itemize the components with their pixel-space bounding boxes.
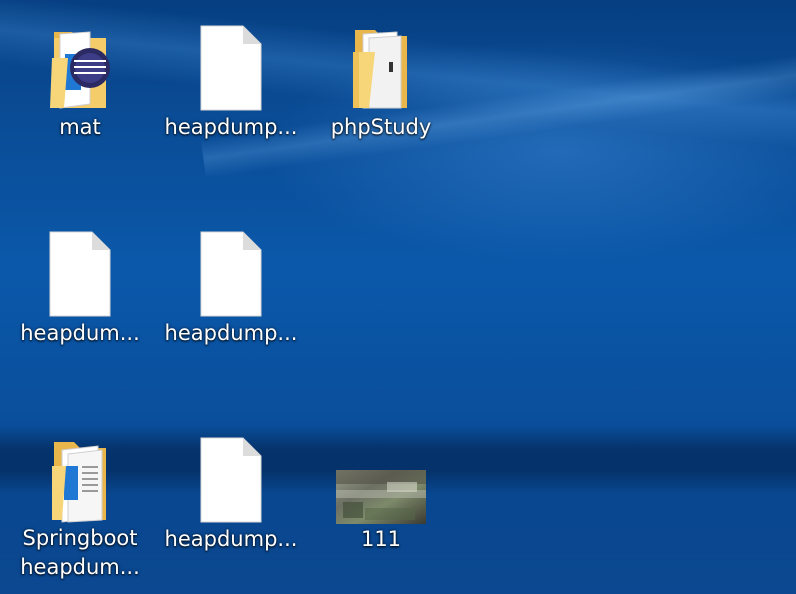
blank-file-icon <box>200 25 262 111</box>
desktop-icon-111[interactable]: 111 <box>311 436 451 554</box>
desktop-icon-label: heapdum... <box>20 321 140 345</box>
desktop-icon-label: heapdump... <box>164 527 298 551</box>
desktop-icon-label: 111 <box>360 527 402 551</box>
folder-with-app-icon <box>50 31 110 109</box>
desktop-icon-label: heapdump... <box>164 321 298 345</box>
desktop-icon-heapdump-4[interactable]: heapdump... <box>161 436 301 554</box>
desktop-icon-heapdump-3[interactable]: heapdump... <box>161 230 301 348</box>
desktop[interactable]: mat heapdump... phpStudy heapdum... heap… <box>0 0 796 594</box>
image-thumbnail-icon <box>336 470 426 524</box>
desktop-icon-springboot-heapdump[interactable]: Springboot heapdum... <box>10 436 150 582</box>
desktop-icon-heapdump-1[interactable]: heapdump... <box>161 24 301 142</box>
desktop-icon-label-line2: heapdum... <box>20 555 140 579</box>
blank-file-icon <box>200 437 262 523</box>
desktop-icon-label: phpStudy <box>330 115 432 139</box>
blank-file-icon <box>49 231 111 317</box>
desktop-icon-label: mat <box>59 115 101 139</box>
desktop-icon-heapdump-2[interactable]: heapdum... <box>10 230 150 348</box>
folder-icon <box>353 30 407 109</box>
desktop-icon-mat[interactable]: mat <box>10 24 150 142</box>
desktop-icon-label-line1: Springboot <box>22 526 138 550</box>
desktop-icon-phpstudy[interactable]: phpStudy <box>311 24 451 142</box>
desktop-icon-label: heapdump... <box>164 115 298 139</box>
folder-with-docs-icon <box>52 442 106 523</box>
blank-file-icon <box>200 231 262 317</box>
